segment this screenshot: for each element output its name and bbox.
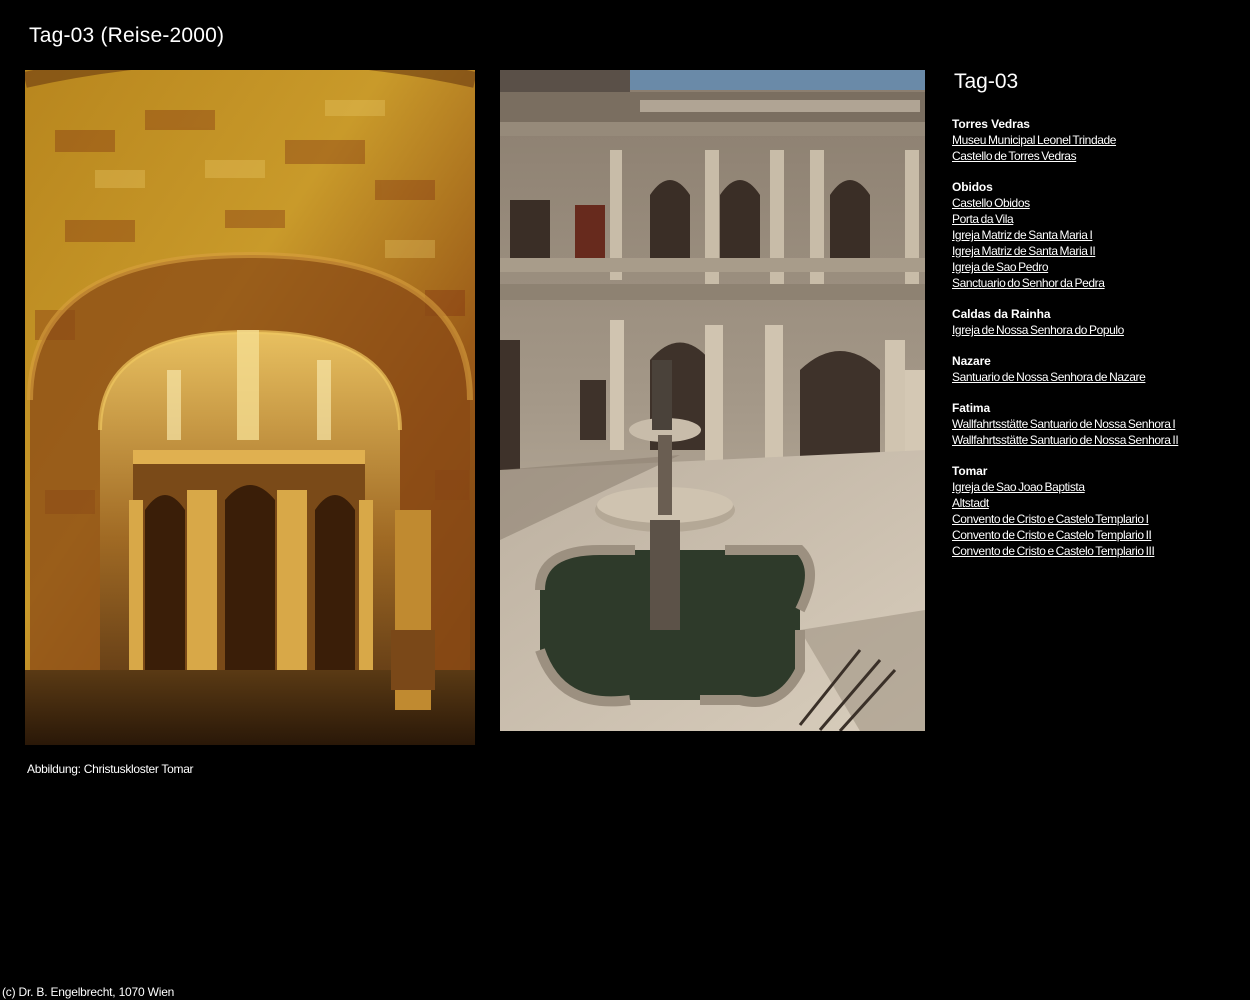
copyright-footer: (c) Dr. B. Engelbrecht, 1070 Wien bbox=[2, 985, 175, 999]
list-item: Castello Obidos bbox=[952, 195, 1242, 211]
location-link-list: Wallfahrtsstätte Santuario de Nossa Senh… bbox=[952, 416, 1242, 448]
sight-link[interactable]: Wallfahrtsstätte Santuario de Nossa Senh… bbox=[952, 417, 1176, 431]
list-item: Museu Municipal Leonel Trindade bbox=[952, 132, 1242, 148]
location-group: Nazare Santuario de Nossa Senhora de Naza… bbox=[952, 353, 1242, 385]
location-group-name: Tomar bbox=[952, 464, 988, 478]
location-group-name: Fatima bbox=[952, 401, 991, 415]
sidebar-title: Tag-03 bbox=[954, 70, 1019, 93]
list-item: Altstadt bbox=[952, 495, 1242, 511]
photo-cloister-image bbox=[500, 70, 925, 731]
list-item: Wallfahrtsstätte Santuario de Nossa Senh… bbox=[952, 416, 1242, 432]
location-group-name: Nazare bbox=[952, 354, 991, 368]
list-item: Igreja Matriz de Santa Maria I bbox=[952, 227, 1242, 243]
sidebar-groups: Torres Vedras Museu Municipal Leonel Trin… bbox=[952, 116, 1242, 559]
sight-link[interactable]: Igreja de Sao Joao Baptista bbox=[952, 480, 1085, 494]
sight-link[interactable]: Porta da Vila bbox=[952, 212, 1014, 226]
list-item: Sanctuario do Senhor da Pedra bbox=[952, 275, 1242, 291]
sidebar-nav: Tag-03 Torres Vedras Museu Municipal Leon… bbox=[952, 70, 1242, 574]
page-title: Tag-03 (Reise-2000) bbox=[29, 24, 225, 47]
location-group: Fatima Wallfahrtsstätte Santuario de Noss… bbox=[952, 400, 1242, 448]
list-item: Igreja de Sao Pedro bbox=[952, 259, 1242, 275]
sight-link[interactable]: Altstadt bbox=[952, 496, 989, 510]
location-group: Obidos Castello Obidos Porta da Vila Igreja… bbox=[952, 179, 1242, 291]
photo-cloister[interactable] bbox=[500, 70, 925, 731]
sight-link[interactable]: Convento de Cristo e Castelo Templario I… bbox=[952, 528, 1152, 542]
location-group-name: Obidos bbox=[952, 180, 993, 194]
location-group: Caldas da Rainha Igreja de Nossa Senhora … bbox=[952, 306, 1242, 338]
list-item: Porta da Vila bbox=[952, 211, 1242, 227]
sight-link[interactable]: Igreja de Nossa Senhora do Populo bbox=[952, 323, 1124, 337]
sight-link[interactable]: Castello de Torres Vedras bbox=[952, 149, 1077, 163]
location-link-list: Museu Municipal Leonel Trindade Castello … bbox=[952, 132, 1242, 164]
location-group-name: Torres Vedras bbox=[952, 117, 1030, 131]
location-group: Torres Vedras Museu Municipal Leonel Trin… bbox=[952, 116, 1242, 164]
list-item: Castello de Torres Vedras bbox=[952, 148, 1242, 164]
sight-link[interactable]: Convento de Cristo e Castelo Templario I bbox=[952, 512, 1149, 526]
photo-rotunda-image bbox=[25, 70, 475, 745]
location-link-list: Igreja de Sao Joao Baptista Altstadt Conve… bbox=[952, 479, 1242, 559]
list-item: Santuario de Nossa Senhora de Nazare bbox=[952, 369, 1242, 385]
list-item: Igreja de Sao Joao Baptista bbox=[952, 479, 1242, 495]
list-item: Convento de Cristo e Castelo Templario I… bbox=[952, 543, 1242, 559]
photo-caption: Abbildung: Christuskloster Tomar bbox=[27, 762, 194, 776]
sight-link[interactable]: Igreja Matriz de Santa Maria I bbox=[952, 228, 1093, 242]
list-item: Igreja Matriz de Santa Maria II bbox=[952, 243, 1242, 259]
sight-link[interactable]: Sanctuario do Senhor da Pedra bbox=[952, 276, 1105, 290]
sight-link[interactable]: Igreja Matriz de Santa Maria II bbox=[952, 244, 1096, 258]
sight-link[interactable]: Convento de Cristo e Castelo Templario I… bbox=[952, 544, 1155, 558]
list-item: Convento de Cristo e Castelo Templario I… bbox=[952, 527, 1242, 543]
sight-link[interactable]: Igreja de Sao Pedro bbox=[952, 260, 1049, 274]
sight-link[interactable]: Santuario de Nossa Senhora de Nazare bbox=[952, 370, 1146, 384]
location-group: Tomar Igreja de Sao Joao Baptista Altstadt… bbox=[952, 463, 1242, 559]
sight-link[interactable]: Museu Municipal Leonel Trindade bbox=[952, 133, 1116, 147]
location-link-list: Castello Obidos Porta da Vila Igreja Matri… bbox=[952, 195, 1242, 291]
photo-rotunda[interactable] bbox=[25, 70, 475, 745]
location-link-list: Igreja de Nossa Senhora do Populo bbox=[952, 322, 1242, 338]
list-item: Wallfahrtsstätte Santuario de Nossa Senh… bbox=[952, 432, 1242, 448]
sight-link[interactable]: Castello Obidos bbox=[952, 196, 1030, 210]
list-item: Igreja de Nossa Senhora do Populo bbox=[952, 322, 1242, 338]
location-group-name: Caldas da Rainha bbox=[952, 307, 1051, 321]
location-link-list: Santuario de Nossa Senhora de Nazare bbox=[952, 369, 1242, 385]
list-item: Convento de Cristo e Castelo Templario I bbox=[952, 511, 1242, 527]
sight-link[interactable]: Wallfahrtsstätte Santuario de Nossa Senh… bbox=[952, 433, 1179, 447]
